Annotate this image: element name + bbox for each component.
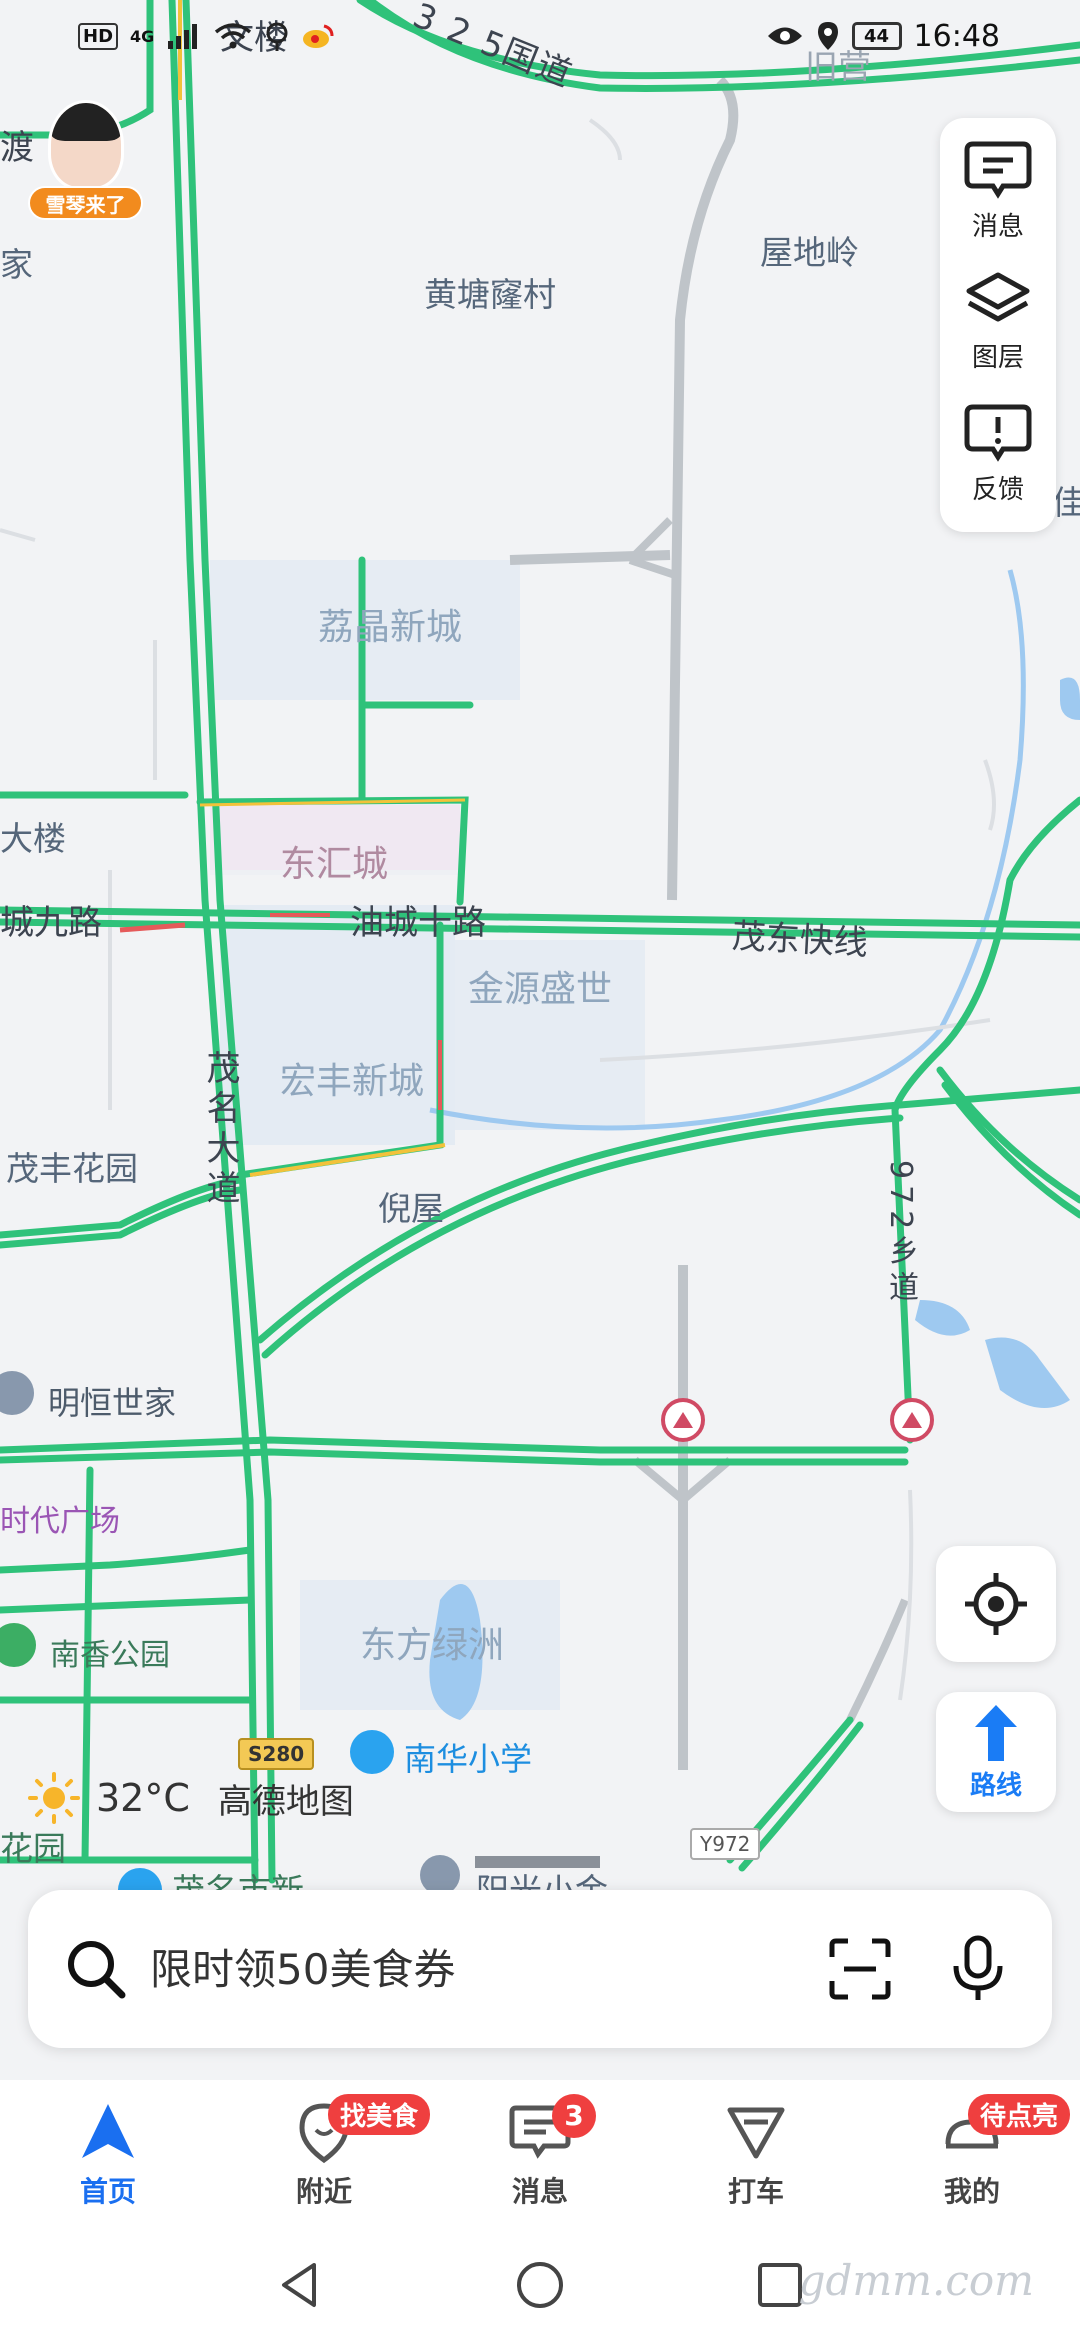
poi-label[interactable]: 花园 — [0, 1822, 66, 1870]
voice-button[interactable] — [936, 1927, 1020, 2011]
tool-messages-button[interactable]: 消息 — [963, 138, 1033, 269]
road-label: 972乡道 — [883, 1160, 918, 1308]
nav-badge: 找美食 — [328, 2094, 431, 2135]
temperature: 32°C — [96, 1776, 190, 1820]
network-type: 4G — [130, 26, 155, 46]
map-label: 家 — [0, 245, 33, 284]
home-circle-icon[interactable] — [514, 2259, 566, 2311]
route-label: 路线 — [969, 1770, 1022, 1801]
nav-label: 消息 — [511, 2175, 568, 2208]
area-label: 东汇城 — [280, 844, 389, 885]
nav-profile[interactable]: 待点亮 我的 — [872, 2094, 1072, 2210]
poi-label[interactable]: 南华小学 — [404, 1734, 532, 1780]
taxi-icon — [727, 2107, 785, 2159]
map-label: 倪屋 — [378, 1189, 444, 1228]
signal-icon — [168, 24, 198, 49]
status-left: HD 4G — [78, 21, 334, 51]
microphone-icon — [953, 1935, 1003, 2000]
map-label: 黄塘窿村 — [424, 275, 556, 314]
nav-home[interactable]: 首页 — [8, 2100, 208, 2210]
nav-label: 附近 — [295, 2175, 352, 2208]
avatar[interactable]: 雪琴来了 — [28, 100, 143, 220]
road-label: 茂东快线 — [730, 916, 869, 964]
route-button[interactable]: 路线 — [936, 1692, 1056, 1812]
map-label: 屋地岭 — [760, 233, 859, 272]
tool-label: 消息 — [971, 212, 1024, 242]
nav-nearby[interactable]: 找美食 附近 — [224, 2094, 431, 2210]
area-label: 东方绿洲 — [360, 1625, 505, 1666]
location-icon — [817, 22, 838, 50]
vpn-icon — [266, 22, 288, 51]
crosshair-icon — [965, 1573, 1027, 1635]
weibo-icon — [303, 24, 334, 48]
scan-icon — [829, 1938, 891, 2000]
avatar-face — [48, 100, 124, 190]
sun-icon — [28, 1772, 80, 1824]
poi-label[interactable]: 明恒世家 — [48, 1378, 176, 1424]
message-icon — [964, 141, 1032, 199]
status-bar: HD 4G 44 16:48 — [0, 0, 1080, 72]
status-right: 44 16:48 — [766, 19, 1000, 54]
nav-badge: 3 — [552, 2094, 596, 2138]
hd-indicator: HD — [78, 22, 119, 50]
nav-label: 我的 — [943, 2175, 1000, 2208]
tool-feedback-button[interactable]: 反馈 — [963, 401, 1033, 532]
poi-label[interactable]: 南香公园 — [50, 1630, 170, 1674]
area-label: 荔晶新城 — [318, 607, 463, 648]
search-bar[interactable] — [28, 1890, 1052, 2048]
search-input[interactable] — [150, 1944, 818, 1994]
nav-label: 打车 — [727, 2175, 784, 2208]
brand-name: 高德地图 — [217, 1781, 354, 1822]
back-icon[interactable] — [274, 2259, 326, 2311]
road-label: 油城十路 — [350, 903, 486, 943]
road-label: 城九路 — [0, 903, 102, 943]
layers-icon — [966, 272, 1030, 322]
search-icon — [68, 1941, 126, 1999]
map-label: 佳 — [1052, 483, 1080, 522]
tool-layers-button[interactable]: 图层 — [963, 269, 1033, 400]
poi-label[interactable]: 时代广场 — [0, 1496, 120, 1540]
nav-badge: 待点亮 — [968, 2094, 1071, 2135]
home-arrow-icon — [82, 2104, 134, 2158]
nav-taxi[interactable]: 打车 — [656, 2100, 856, 2210]
nav-label: 首页 — [79, 2175, 136, 2208]
weather-widget[interactable]: 32°C 高德地图 — [26, 1770, 354, 1826]
clock: 16:48 — [913, 18, 1000, 54]
map-view[interactable]: 渡 家 3 2 5国道 文楼 旧营 屋地岭 黄塘窿村 荔晶新城 大楼 东汇城 城… — [0, 0, 1080, 2080]
route-arrow-icon — [975, 1704, 1017, 1761]
map-label: 茂丰花园 — [6, 1149, 138, 1188]
avatar-pill: 雪琴来了 — [28, 186, 143, 220]
area-label: 金源盛世 — [468, 969, 613, 1010]
watermark: gdmm.com — [798, 2256, 1034, 2305]
battery-icon: 44 — [851, 22, 902, 50]
area-label: 宏丰新城 — [280, 1061, 425, 1102]
eye-icon — [767, 27, 802, 45]
tool-label: 反馈 — [971, 474, 1024, 505]
scan-button[interactable] — [818, 1927, 902, 2011]
road-shield-y972: Y972 — [690, 1828, 761, 1860]
nav-messages[interactable]: 3 消息 — [440, 2094, 640, 2210]
road-shield-s280: S280 — [238, 1738, 315, 1770]
map-tool-panel: 消息 图层 反馈 — [940, 118, 1056, 532]
road-label: 茂名大道 — [200, 1050, 240, 1210]
wifi-icon — [215, 23, 252, 49]
map-label: 大楼 — [0, 819, 66, 858]
bottom-nav: 首页 找美食 附近 3 消息 打车 待点亮 我的 — [0, 2080, 1080, 2230]
locate-button[interactable] — [936, 1546, 1056, 1662]
tool-label: 图层 — [971, 343, 1024, 374]
feedback-icon — [964, 404, 1032, 462]
